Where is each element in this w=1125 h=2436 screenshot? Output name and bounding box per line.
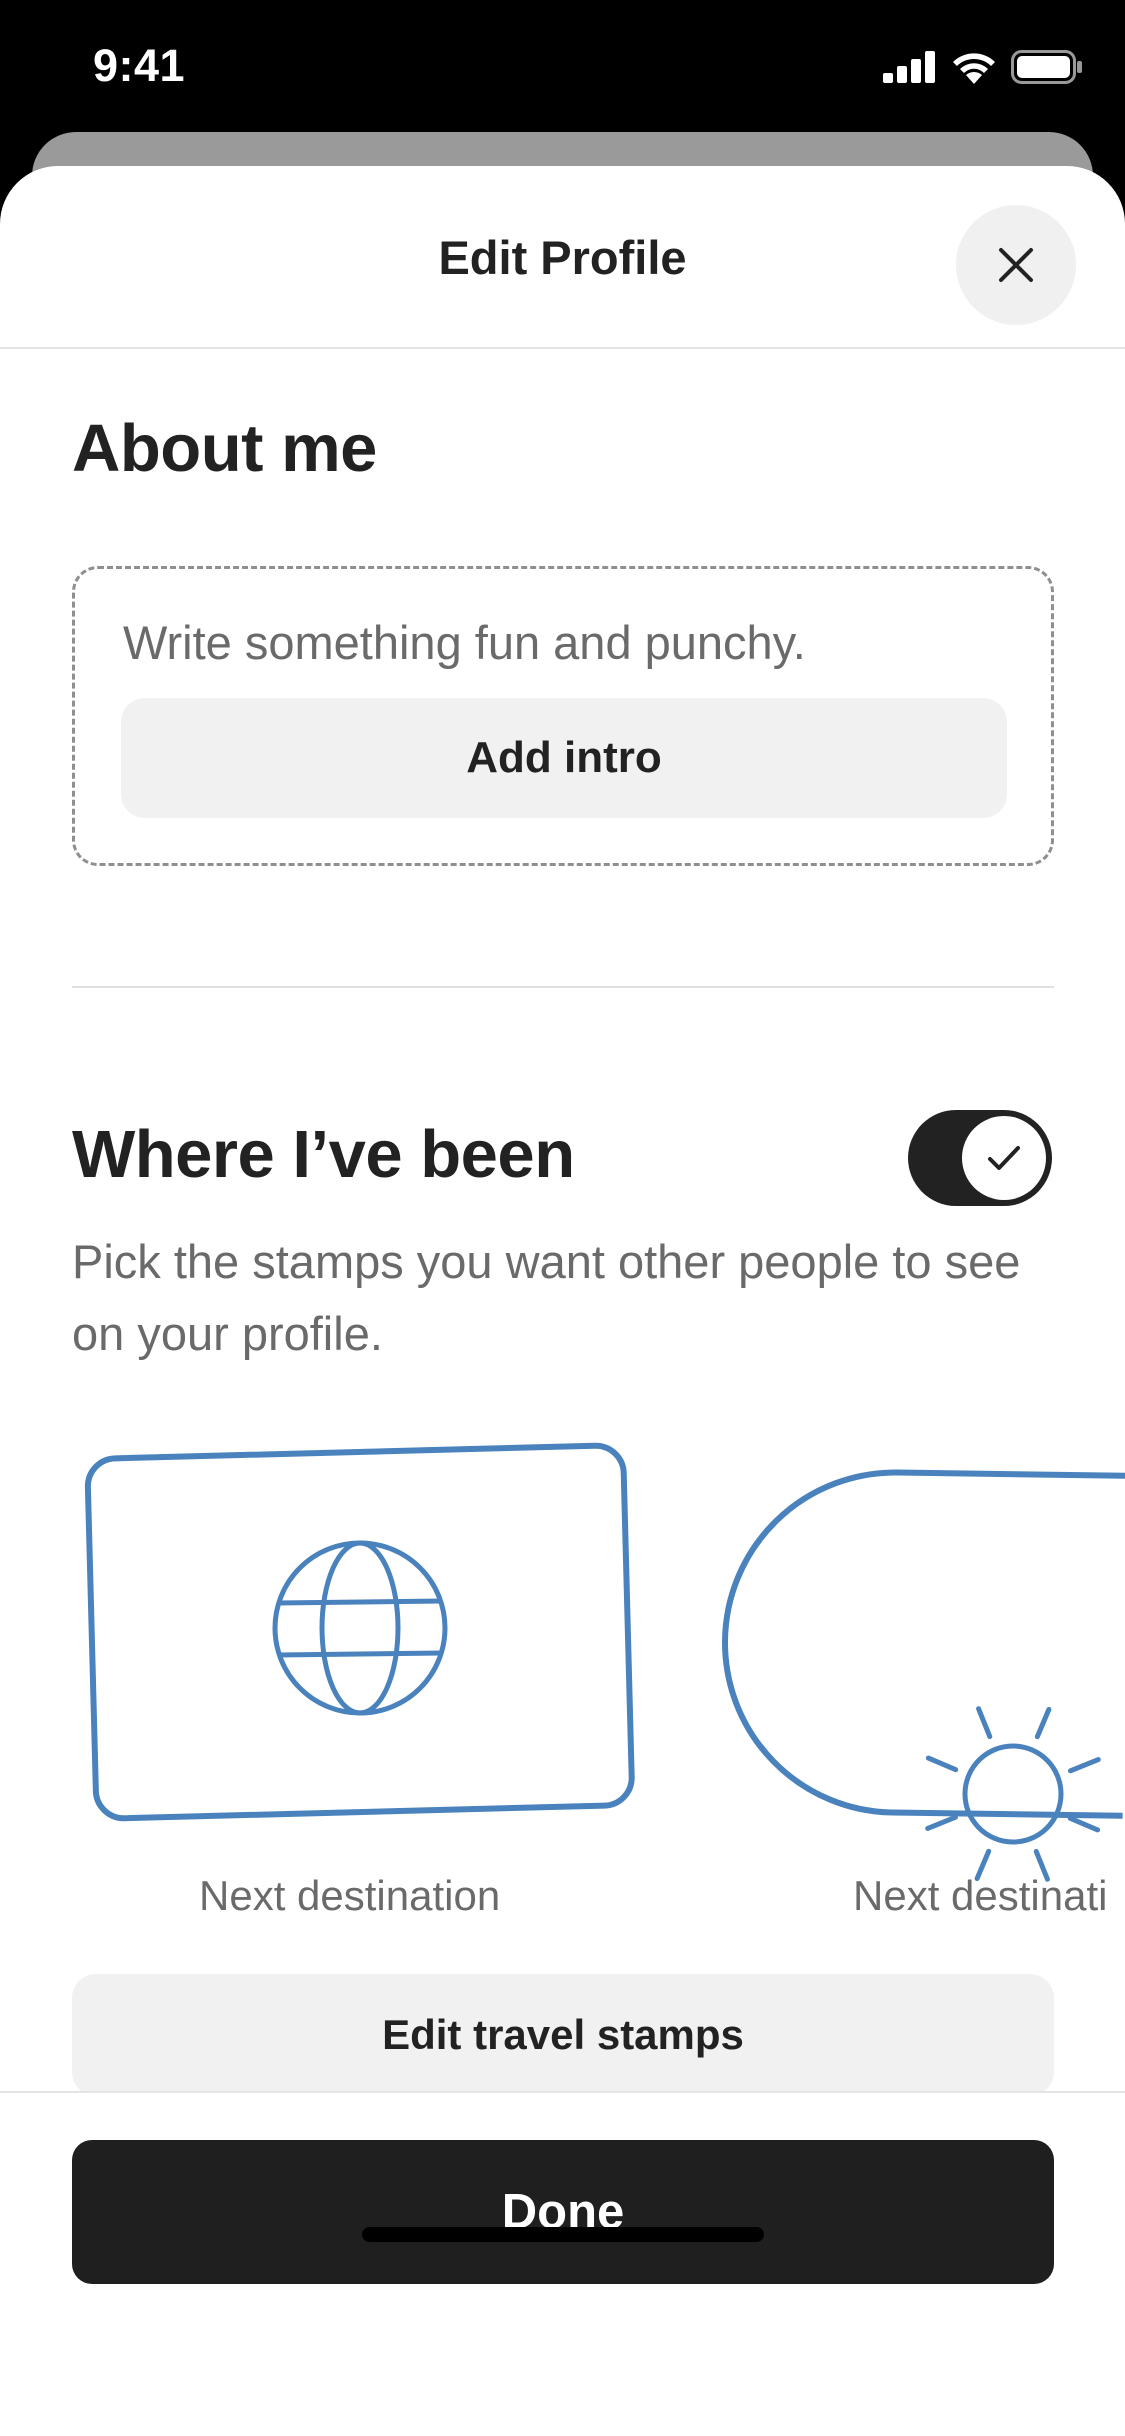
sun-stamp bbox=[722, 1469, 1125, 1819]
close-icon bbox=[999, 248, 1033, 282]
checkmark-icon bbox=[988, 1146, 1020, 1170]
sheet-header: Edit Profile bbox=[0, 166, 1125, 349]
toggle-knob bbox=[962, 1116, 1046, 1200]
edit-travel-stamps-button[interactable]: Edit travel stamps bbox=[72, 1974, 1054, 2096]
wifi-icon bbox=[953, 53, 995, 84]
section-divider bbox=[72, 986, 1054, 988]
done-button[interactable]: Done bbox=[72, 2140, 1054, 2284]
close-button[interactable] bbox=[956, 205, 1076, 325]
stamps-carousel[interactable] bbox=[0, 1426, 1125, 1926]
edit-profile-sheet: Edit Profile About me Write something fu… bbox=[0, 166, 1125, 2436]
battery-icon bbox=[1011, 50, 1082, 84]
stamps-visibility-toggle[interactable] bbox=[908, 1110, 1052, 1206]
status-bar: 9:41 bbox=[0, 0, 1125, 132]
globe-stamp bbox=[84, 1442, 635, 1822]
footer: Done bbox=[0, 2091, 1125, 2436]
signal-icon bbox=[883, 51, 935, 83]
where-description: Pick the stamps you want other people to… bbox=[72, 1235, 1021, 1360]
intro-box: Write something fun and punchy. Add intr… bbox=[72, 566, 1054, 866]
where-ive-been-title: Where I’ve been bbox=[72, 1117, 575, 1192]
intro-placeholder: Write something fun and punchy. bbox=[123, 616, 806, 669]
home-indicator[interactable] bbox=[362, 2227, 764, 2242]
globe-icon bbox=[272, 1540, 448, 1716]
stamp-label: Next destinati bbox=[853, 1872, 1108, 1919]
status-time: 9:41 bbox=[93, 40, 186, 91]
stamp-card-globe[interactable] bbox=[0, 1426, 1125, 1926]
about-me-title: About me bbox=[72, 411, 377, 486]
status-icons bbox=[883, 50, 1083, 84]
stamp-label: Next destination bbox=[199, 1872, 501, 1919]
add-intro-button[interactable]: Add intro bbox=[121, 698, 1007, 818]
